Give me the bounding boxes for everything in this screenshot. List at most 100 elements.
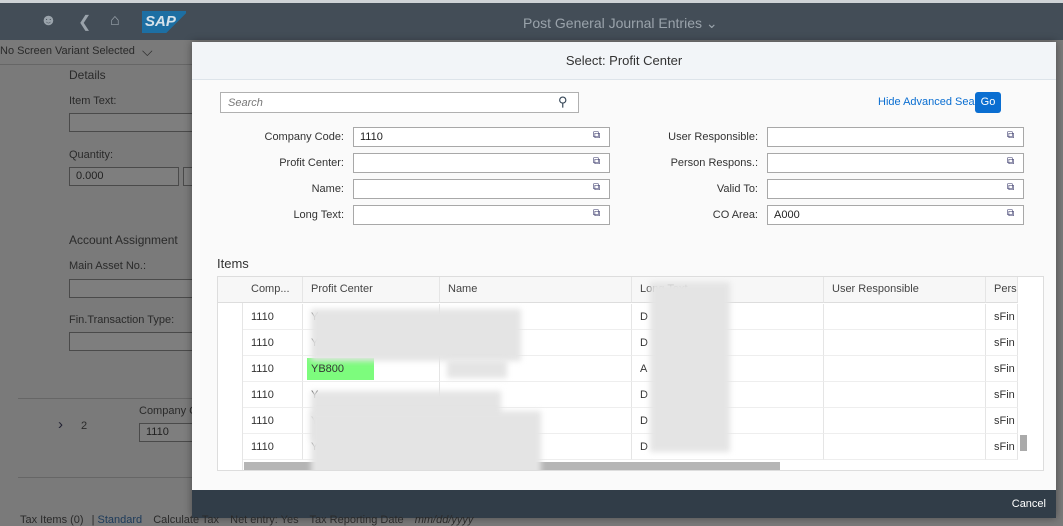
filter-input[interactable]: ⧉ bbox=[767, 179, 1024, 199]
filter-input[interactable]: A000 ⧉ bbox=[767, 205, 1024, 225]
select-all-header[interactable] bbox=[218, 277, 243, 303]
user-icon[interactable]: ☻ bbox=[40, 12, 57, 30]
dialog-title: Select: Profit Center bbox=[192, 42, 1056, 80]
hide-advanced-search-link[interactable]: Hide Advanced Search bbox=[878, 96, 990, 108]
tax-reporting-date-input[interactable]: mm/dd/yyyy bbox=[415, 514, 474, 526]
value-help-icon[interactable]: ⧉ bbox=[1007, 131, 1017, 141]
table-cell bbox=[824, 304, 986, 330]
table-cell bbox=[824, 330, 986, 356]
chevron-down-icon[interactable]: ⌵ bbox=[142, 43, 153, 60]
main-asset-input[interactable] bbox=[69, 279, 199, 298]
cell-comp: 1110 bbox=[251, 337, 274, 349]
filter-label: CO Area: bbox=[712, 209, 758, 221]
cell-comp: 1110 bbox=[251, 363, 274, 375]
value-help-icon[interactable]: ⧉ bbox=[1007, 183, 1017, 193]
search-icon[interactable]: ⚲ bbox=[558, 94, 568, 110]
table-cell: 1110 bbox=[243, 408, 303, 434]
cell-long: D bbox=[640, 389, 648, 401]
filter-label: Company Code: bbox=[264, 131, 345, 143]
filter-label: Valid To: bbox=[716, 183, 758, 195]
scrollbar-thumb[interactable] bbox=[1020, 435, 1027, 451]
table-cell: 1110 bbox=[243, 356, 303, 382]
variant-selector[interactable]: No Screen Variant Selected bbox=[0, 45, 135, 57]
column-header[interactable]: User Responsible bbox=[824, 277, 986, 303]
filter-label: Profit Center: bbox=[279, 157, 344, 169]
details-heading: Details bbox=[69, 68, 106, 82]
cell-pers: sFin bbox=[994, 311, 1015, 323]
company-input[interactable]: 1110 bbox=[139, 423, 199, 442]
filter-input[interactable]: ⧉ bbox=[353, 205, 610, 225]
filter-label: Name: bbox=[311, 183, 344, 195]
redacted-area bbox=[650, 282, 730, 452]
value-help-icon[interactable]: ⧉ bbox=[1007, 157, 1017, 167]
cell-pers: sFin bbox=[994, 441, 1015, 453]
standard-variant[interactable]: Standard bbox=[98, 514, 143, 526]
filter-label: User Responsible: bbox=[668, 131, 758, 143]
main-asset-label: Main Asset No.: bbox=[69, 260, 147, 272]
value-help-icon[interactable]: ⧉ bbox=[1007, 209, 1017, 219]
back-icon[interactable]: ❮ bbox=[78, 12, 91, 32]
cell-long: D bbox=[640, 441, 648, 453]
table-cell: 1110 bbox=[243, 434, 303, 460]
filter-input[interactable]: ⧉ bbox=[767, 127, 1024, 147]
cell-comp: 1110 bbox=[251, 415, 274, 427]
fin-trans-input[interactable] bbox=[69, 332, 199, 351]
divider bbox=[18, 398, 198, 399]
table-cell: sFin bbox=[986, 330, 1018, 356]
items-title: Items bbox=[217, 256, 249, 271]
company-label: Company C bbox=[139, 405, 198, 417]
cell-comp: 1110 bbox=[251, 389, 274, 401]
cell-long: D bbox=[640, 415, 648, 427]
tax-reporting-date-label: Tax Reporting Date bbox=[309, 514, 404, 526]
cell-pc: YB800 bbox=[307, 358, 375, 380]
filter-input[interactable]: ⧉ bbox=[353, 153, 610, 173]
filter-input[interactable]: ⧉ bbox=[353, 179, 610, 199]
cell-comp: 1110 bbox=[251, 441, 274, 453]
net-entry-label: Net entry: Yes bbox=[230, 514, 299, 526]
app-title-text: Post General Journal Entries bbox=[523, 15, 702, 31]
app-title[interactable]: Post General Journal Entries ⌄ bbox=[523, 15, 718, 32]
table-cell bbox=[824, 408, 986, 434]
table-cell: sFin bbox=[986, 304, 1018, 330]
cell-pers: sFin bbox=[994, 337, 1015, 349]
table-cell bbox=[824, 434, 986, 460]
table-cell: 1110 bbox=[243, 382, 303, 408]
tax-items-tab[interactable]: Tax Items (0) bbox=[20, 514, 84, 526]
filter-label: Person Respons.: bbox=[670, 157, 758, 169]
select-profit-center-dialog: Select: Profit Center Search ⚲ Hide Adva… bbox=[192, 42, 1056, 518]
cell-long: D bbox=[640, 337, 648, 349]
table-cell bbox=[824, 356, 986, 382]
items-table: Comp...Profit CenterNameLong TextUser Re… bbox=[217, 276, 1044, 471]
calculate-tax-label[interactable]: Calculate Tax bbox=[153, 514, 219, 526]
quantity-input[interactable]: 0.000 bbox=[69, 167, 179, 186]
table-cell: 1110 bbox=[243, 330, 303, 356]
column-header[interactable]: Pers bbox=[986, 277, 1018, 303]
column-header[interactable]: Comp... bbox=[243, 277, 303, 303]
cell-comp: 1110 bbox=[251, 311, 274, 323]
home-icon[interactable]: ⌂ bbox=[110, 12, 120, 30]
filter-input[interactable]: ⧉ bbox=[767, 153, 1024, 173]
account-assignment-heading: Account Assignment bbox=[69, 233, 178, 247]
cancel-button[interactable]: Cancel bbox=[1012, 498, 1046, 510]
cell-pers: sFin bbox=[994, 389, 1015, 401]
fin-trans-label: Fin.Transaction Type: bbox=[69, 314, 175, 326]
vertical-scrollbar[interactable] bbox=[1018, 303, 1031, 461]
cell-pers: sFin bbox=[994, 363, 1015, 375]
filter-input[interactable]: 1110 ⧉ bbox=[353, 127, 610, 147]
table-cell bbox=[824, 382, 986, 408]
item-text-input[interactable] bbox=[69, 113, 199, 132]
tax-toolbar: Tax Items (0) | Standard Calculate Tax Ne… bbox=[20, 514, 474, 526]
table-cell: 1110 bbox=[243, 304, 303, 330]
sap-logo: SAP bbox=[142, 11, 186, 33]
go-button[interactable]: Go bbox=[975, 92, 1001, 113]
search-input[interactable]: Search bbox=[220, 92, 579, 113]
table-cell: sFin bbox=[986, 382, 1018, 408]
column-header[interactable]: Name bbox=[440, 277, 632, 303]
table-cell: sFin bbox=[986, 356, 1018, 382]
expand-row-icon[interactable]: › bbox=[58, 416, 63, 433]
column-header[interactable]: Profit Center bbox=[303, 277, 440, 303]
cell-long: A bbox=[640, 363, 648, 375]
divider bbox=[0, 64, 192, 65]
filter-value: 1110 bbox=[360, 131, 383, 143]
redacted-area bbox=[447, 360, 507, 378]
